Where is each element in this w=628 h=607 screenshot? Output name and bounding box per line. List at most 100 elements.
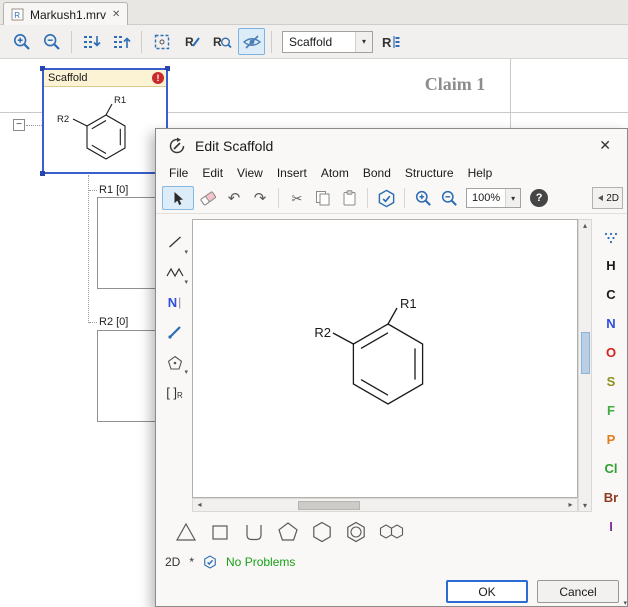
toggle-rlogic-visibility-button[interactable] [238, 28, 265, 55]
menu-edit[interactable]: Edit [195, 164, 230, 182]
append-claim-icon [112, 33, 132, 51]
scaffold-r2-label: R2 [57, 114, 69, 125]
append-claim-button[interactable] [108, 28, 135, 55]
element-c-button[interactable]: C [606, 280, 615, 309]
benzene-template-button[interactable] [342, 518, 369, 545]
atom-label-tool[interactable]: N | [161, 289, 188, 315]
menu-bond[interactable]: Bond [356, 164, 398, 182]
scaffold-frame-button[interactable] [148, 28, 175, 55]
canvas-molecule: R1 R2 [193, 220, 577, 497]
single-bond-tool[interactable]: ▾ [161, 229, 188, 255]
cyclopentane-open-template-button[interactable] [240, 518, 267, 545]
select-tool-button[interactable]: ▾ [162, 186, 194, 210]
pentagon-ring-icon [276, 520, 300, 544]
element-cl-button[interactable]: Cl [605, 454, 618, 483]
molecule-r2-label: R2 [314, 325, 331, 340]
dialog-titlebar[interactable]: Edit Scaffold ✕ [156, 129, 627, 162]
eraser-button[interactable] [196, 186, 220, 210]
rgroup-logic-button[interactable]: R [377, 28, 404, 55]
dialog-zoom-out-button[interactable] [437, 186, 461, 210]
cyclohexane-template-button[interactable] [308, 518, 335, 545]
markush-document-icon: R [11, 8, 24, 21]
redo-icon: ↷ [254, 191, 267, 206]
scaffold-select[interactable]: Scaffold ▾ [282, 31, 373, 53]
horizontal-scrollbar[interactable]: ◂ ▸ [192, 498, 578, 512]
menu-file[interactable]: File [162, 164, 195, 182]
naphthalene-icon [379, 523, 406, 541]
rgroup-attachment-button[interactable]: R [178, 28, 205, 55]
ring-template-tool[interactable]: ▾ [161, 349, 188, 375]
element-h-button[interactable]: H [606, 251, 615, 280]
dialog-zoom-in-button[interactable] [411, 186, 435, 210]
more-elements-button[interactable] [603, 225, 619, 251]
tree-collapse-button[interactable]: − [13, 119, 25, 131]
molecule-r1-label: R1 [400, 296, 417, 311]
tab-close-icon[interactable]: ✕ [112, 9, 120, 20]
menu-insert[interactable]: Insert [270, 164, 314, 182]
dialog-status-bar: 2D * No Problems [165, 555, 295, 569]
vertical-scrollbar[interactable]: ▴ ▾ [578, 219, 592, 512]
scaffold-node[interactable]: Scaffold ! R1 R2 [42, 68, 168, 174]
chevron-down-icon[interactable]: ▾ [355, 32, 372, 52]
rgroup-r1-label: R1 [0] [99, 184, 128, 196]
scaffold-molecule: R1 R2 [44, 87, 166, 172]
cyclopentane-template-button[interactable] [274, 518, 301, 545]
undo-button[interactable]: ↶ [222, 186, 246, 210]
bracket-group-tool[interactable]: [ ] R [161, 379, 188, 405]
insert-claim-button[interactable] [78, 28, 105, 55]
check-structure-button[interactable] [374, 186, 398, 210]
dock-2d-label: 2D [606, 193, 619, 204]
zoom-out-button[interactable] [38, 28, 65, 55]
cancel-button[interactable]: Cancel [537, 580, 619, 603]
chevron-down-icon[interactable]: ▾ [505, 189, 520, 207]
scaffold-node-header[interactable]: Scaffold ! [44, 70, 166, 87]
dialog-toolbar: ▾ ↶ ↷ ✂ [156, 183, 627, 214]
ok-button[interactable]: OK [446, 580, 528, 603]
menu-view[interactable]: View [230, 164, 270, 182]
scroll-left-icon[interactable]: ◂ [193, 499, 206, 511]
element-br-button[interactable]: Br [604, 483, 618, 512]
redo-button[interactable]: ↷ [248, 186, 272, 210]
menu-atom[interactable]: Atom [314, 164, 356, 182]
element-o-button[interactable]: O [606, 338, 616, 367]
chevron-down-icon: ▾ [184, 368, 188, 376]
zoom-in-button[interactable] [8, 28, 35, 55]
structure-canvas[interactable]: R1 R2 [192, 219, 578, 498]
menu-structure[interactable]: Structure [398, 164, 461, 182]
copy-button[interactable] [311, 186, 335, 210]
selection-handle[interactable] [40, 171, 45, 176]
draw-bond-tool[interactable] [161, 319, 188, 345]
zoom-out-icon [440, 189, 459, 208]
naphthalene-template-button[interactable] [376, 518, 408, 545]
scroll-down-icon[interactable]: ▾ [579, 501, 591, 510]
dock-2d-panel-button[interactable]: 2D [592, 187, 623, 209]
element-i-button[interactable]: I [609, 512, 613, 541]
dock-arrow-icon [596, 194, 604, 202]
paste-button[interactable] [337, 186, 361, 210]
element-n-button[interactable]: N [606, 309, 615, 338]
cut-button[interactable]: ✂ [285, 186, 309, 210]
edit-scaffold-dialog: Edit Scaffold ✕ File Edit View Insert At… [155, 128, 628, 607]
cyclobutane-template-button[interactable] [206, 518, 233, 545]
dialog-close-icon[interactable]: ✕ [595, 135, 615, 156]
element-s-button[interactable]: S [607, 367, 616, 396]
element-f-button[interactable]: F [607, 396, 615, 425]
chain-tool[interactable]: ▾ [161, 259, 188, 285]
zoom-level-select[interactable]: 100% ▾ [466, 188, 521, 208]
horizontal-scroll-thumb[interactable] [298, 501, 360, 510]
insert-claim-icon [82, 33, 102, 51]
validation-status-text: No Problems [226, 555, 295, 569]
rgroup-query-button[interactable]: R [208, 28, 235, 55]
element-p-button[interactable]: P [607, 425, 616, 454]
cyclopropane-template-button[interactable] [172, 518, 199, 545]
hexagon-ring-icon [310, 520, 334, 544]
structure-check-icon [377, 189, 396, 208]
vertical-scroll-thumb[interactable] [581, 332, 590, 374]
scroll-right-icon[interactable]: ▸ [564, 499, 577, 511]
document-tab[interactable]: R Markush1.mrv ✕ [3, 2, 128, 26]
modified-indicator: * [189, 555, 194, 569]
menu-help[interactable]: Help [461, 164, 500, 182]
help-button[interactable]: ? [530, 189, 548, 207]
scroll-up-icon[interactable]: ▴ [579, 221, 591, 230]
atom-label-glyph: N [168, 295, 177, 310]
